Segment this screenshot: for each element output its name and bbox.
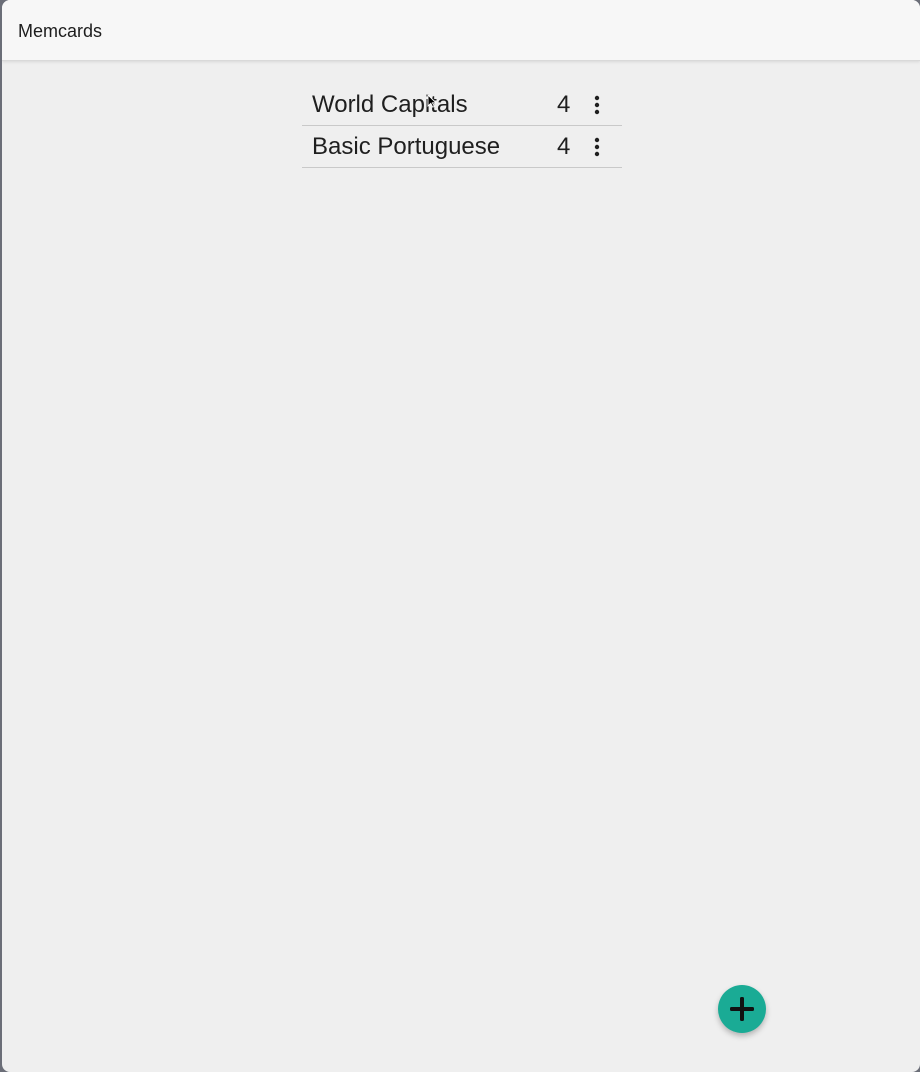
deck-menu-button[interactable] [585, 93, 609, 117]
deck-name[interactable]: Basic Portuguese [312, 133, 500, 161]
deck-card-count: 4 [557, 133, 571, 160]
deck-menu-button[interactable] [585, 135, 609, 159]
title-bar: Memcards [2, 0, 920, 61]
deck-row[interactable]: World Capitals 4 [302, 84, 622, 126]
app-title: Memcards [18, 21, 103, 41]
deck-list: World Capitals 4 Basic Portuguese 4 [302, 84, 622, 168]
add-deck-button[interactable] [718, 985, 766, 1033]
deck-row[interactable]: Basic Portuguese 4 [302, 126, 622, 168]
more-vertical-icon [594, 137, 600, 157]
app-window: Memcards World Capitals 4 Basic Portugue… [2, 0, 920, 1072]
deck-name[interactable]: World Capitals [312, 91, 468, 119]
plus-icon [730, 997, 754, 1021]
more-vertical-icon [594, 95, 600, 115]
deck-card-count: 4 [557, 91, 571, 118]
